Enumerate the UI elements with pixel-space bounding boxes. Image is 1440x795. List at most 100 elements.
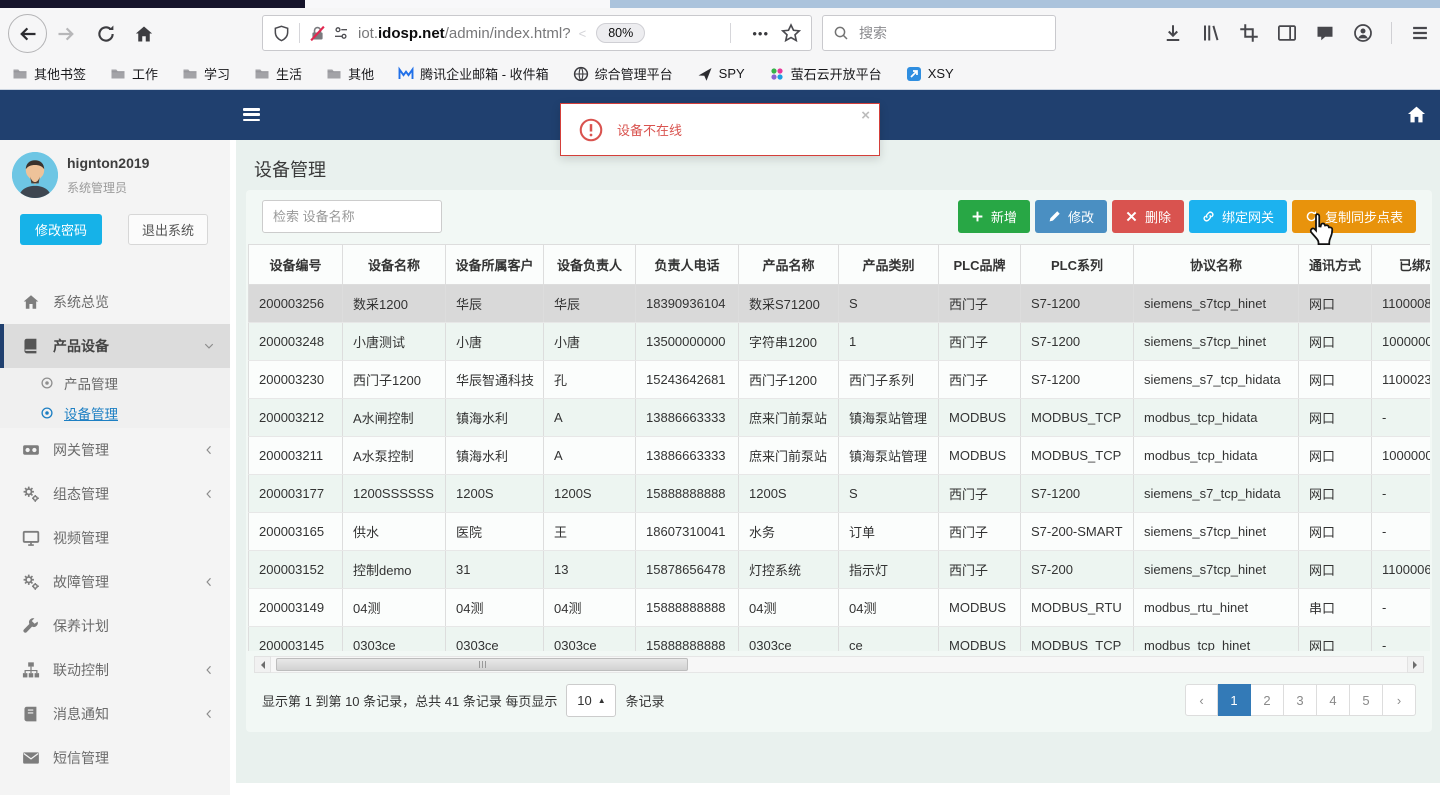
bookmark-item[interactable]: 萤石云开放平台	[769, 64, 882, 83]
table-row[interactable]: 200003152 控制demo 31 13 15878656478 灯控系统 指示灯 西门子…	[248, 550, 1430, 589]
table-cell: ce	[838, 626, 939, 651]
column-header[interactable]: 负责人电话	[635, 244, 739, 285]
chat-bubble-icon[interactable]	[1315, 23, 1335, 43]
table-row[interactable]: 200003248 小唐测试 小唐 小唐 13500000000 字符串1200 1 西门子 S…	[248, 322, 1430, 361]
sidebar-item-短信管理[interactable]: 短信管理	[0, 736, 230, 780]
screenshot-clip-icon[interactable]	[1239, 23, 1259, 43]
table-cell: 200003165	[248, 512, 343, 551]
sidebar-item-联动控制[interactable]: 联动控制	[0, 648, 230, 692]
avatar[interactable]	[12, 152, 58, 198]
sidebar-panel-icon[interactable]	[1277, 23, 1297, 43]
toolbar-button-绑定网关[interactable]: 绑定网关	[1188, 200, 1287, 233]
column-header[interactable]: 协议名称	[1133, 244, 1299, 285]
home-button[interactable]	[132, 22, 156, 46]
alert-close-icon[interactable]: ×	[861, 107, 870, 124]
reload-button[interactable]	[94, 22, 118, 46]
sidebar-toggle-button[interactable]	[243, 108, 260, 121]
column-header[interactable]: 设备负责人	[543, 244, 636, 285]
column-header[interactable]: 已绑定网关	[1371, 244, 1430, 285]
column-header[interactable]: 产品名称	[738, 244, 839, 285]
logout-button[interactable]: 退出系统	[128, 214, 208, 245]
toolbar-button-新增[interactable]: 新增	[957, 200, 1030, 233]
table-row[interactable]: 200003230 西门子1200 华辰智通科技孔 15243642681 西门子120…	[248, 360, 1430, 399]
shield-icon[interactable]	[273, 24, 290, 42]
sidebar-item-网关管理[interactable]: 网关管理	[0, 428, 230, 472]
toolbar-button-复制同步点表[interactable]: 复制同步点表	[1291, 200, 1416, 233]
table-row[interactable]: 200003211 A水泵控制 镇海水利 A 13886663333 庶来门前泵站 镇海泵站…	[248, 436, 1430, 475]
downloads-icon[interactable]	[1163, 23, 1183, 43]
column-header[interactable]: PLC品牌	[938, 244, 1021, 285]
table-cell: S7-1200	[1020, 360, 1134, 399]
table-cell: -	[1371, 626, 1430, 651]
sidebar-item-保养计划[interactable]: 保养计划	[0, 604, 230, 648]
table-cell: 小唐	[543, 322, 636, 361]
browser-tab-strip	[0, 0, 1440, 8]
permissions-icon[interactable]	[333, 25, 349, 41]
pagination-page-4[interactable]: 4	[1317, 684, 1350, 716]
scroll-left-button[interactable]	[254, 656, 271, 673]
forward-button[interactable]	[54, 22, 78, 46]
column-header[interactable]: 设备编号	[248, 244, 343, 285]
table-cell: 医院	[445, 512, 544, 551]
device-search-input[interactable]	[262, 200, 442, 233]
table-row[interactable]: 200003256 数采1200 华辰 华辰 18390936104 数采S71200 S 西…	[248, 284, 1430, 323]
column-header[interactable]: 通讯方式	[1298, 244, 1372, 285]
pagination-page-2[interactable]: 2	[1251, 684, 1284, 716]
account-icon[interactable]	[1353, 23, 1373, 43]
bookmark-item[interactable]: 生活	[254, 64, 302, 83]
table-row[interactable]: 200003145 0303ce 0303ce 0303ce 15888888888 03…	[248, 626, 1430, 651]
pagination-prev-button[interactable]: ‹	[1185, 684, 1218, 716]
exmail-icon	[398, 66, 414, 82]
bookmark-item[interactable]: 学习	[182, 64, 230, 83]
active-tab-segment[interactable]	[305, 0, 610, 8]
column-header[interactable]: 产品类别	[838, 244, 939, 285]
table-row[interactable]: 200003149 04测 04测 04测 15888888888 04测 04测 MODBU…	[248, 588, 1430, 627]
pagination-next-button[interactable]: ›	[1383, 684, 1416, 716]
menu-hamburger-icon[interactable]	[1410, 23, 1430, 43]
sidebar-item-组态管理[interactable]: 组态管理	[0, 472, 230, 516]
insecure-lock-icon[interactable]	[309, 25, 326, 42]
table-row[interactable]: 200003212 A水闸控制 镇海水利 A 13886663333 庶来门前泵站 镇海泵站…	[248, 398, 1430, 437]
table-row[interactable]: 200003165 供水 医院王 18607310041 水务 订单 西门子 S7-200-S…	[248, 512, 1430, 551]
column-header[interactable]: 设备名称	[342, 244, 446, 285]
column-header[interactable]: 设备所属客户	[445, 244, 544, 285]
bookmark-star-icon[interactable]	[781, 23, 801, 43]
bookmark-item[interactable]: 腾讯企业邮箱 - 收件箱	[398, 64, 549, 83]
library-icon[interactable]	[1201, 23, 1221, 43]
scroll-right-button[interactable]	[1407, 656, 1424, 673]
scrollbar-thumb[interactable]	[276, 658, 688, 671]
pagination-page-1[interactable]: 1	[1218, 684, 1251, 716]
change-password-button[interactable]: 修改密码	[20, 214, 102, 245]
column-header[interactable]: PLC系列	[1020, 244, 1134, 285]
browser-search-input[interactable]	[857, 24, 1021, 42]
app-home-icon[interactable]	[1406, 104, 1427, 125]
zoom-level-badge[interactable]: 80%	[596, 23, 646, 43]
sidebar-item-系统总览[interactable]: 系统总览	[0, 280, 230, 324]
page-size-dropdown[interactable]: 10 ▲	[566, 684, 617, 717]
bookmark-item[interactable]: SPY	[697, 66, 745, 82]
url-bar[interactable]: iot.idosp.net/admin/index.html? < 80% ••…	[262, 15, 812, 51]
table-cell: S7-1200	[1020, 474, 1134, 513]
back-button[interactable]	[8, 14, 47, 53]
bookmark-item[interactable]: 综合管理平台	[573, 64, 673, 83]
sidebar-item-产品设备[interactable]: 产品设备	[0, 324, 230, 368]
sidebar-item-设备管理[interactable]: 设备管理	[0, 398, 230, 428]
toolbar-button-删除[interactable]: 删除	[1111, 200, 1184, 233]
table-cell: 1000000	[1371, 322, 1430, 361]
scrollbar-track[interactable]	[271, 656, 1407, 673]
bookmark-item[interactable]: XSY	[906, 66, 954, 82]
toolbar-button-修改[interactable]: 修改	[1034, 200, 1107, 233]
bookmark-item[interactable]: 工作	[110, 64, 158, 83]
page-actions-button[interactable]: •••	[752, 26, 769, 41]
pagination-page-5[interactable]: 5	[1350, 684, 1383, 716]
sidebar-item-消息通知[interactable]: 消息通知	[0, 692, 230, 736]
browser-search-box[interactable]	[822, 15, 1056, 51]
table-row[interactable]: 200003177 1200SSSSSS 1200S 1200S 15888888888…	[248, 474, 1430, 513]
pagination-page-3[interactable]: 3	[1284, 684, 1317, 716]
sidebar-item-视频管理[interactable]: 视频管理	[0, 516, 230, 560]
sidebar-item-产品管理[interactable]: 产品管理	[0, 368, 230, 398]
bookmark-item[interactable]: 其他书签	[12, 64, 86, 83]
sidebar-item-故障管理[interactable]: 故障管理	[0, 560, 230, 604]
bookmark-item[interactable]: 其他	[326, 64, 374, 83]
folder-icon	[182, 66, 198, 82]
